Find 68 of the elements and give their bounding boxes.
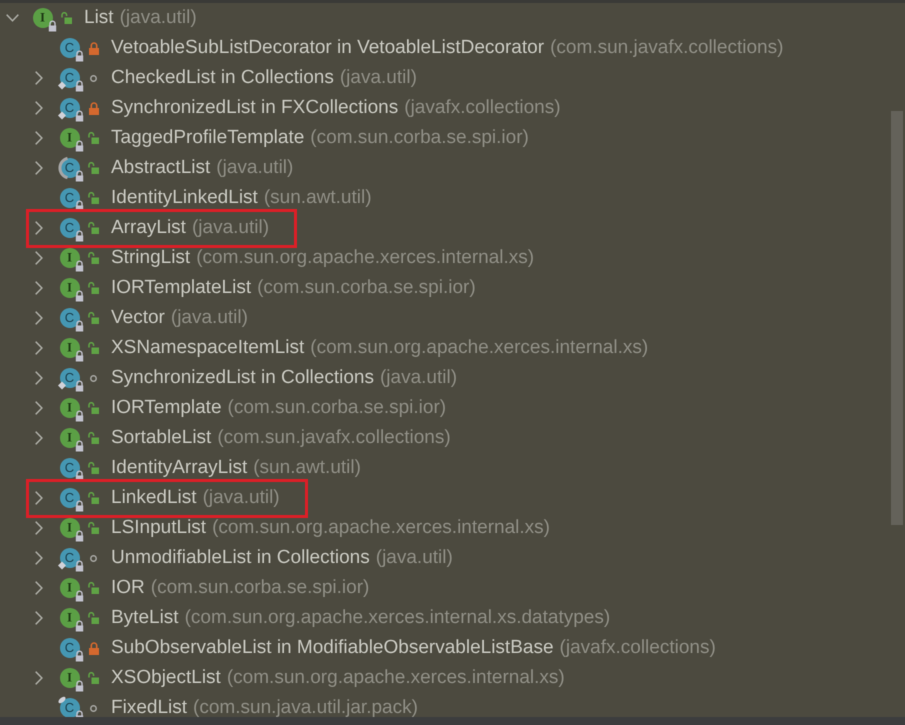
package-label: (com.sun.java.util.jar.pack)	[193, 697, 418, 717]
chevron-right-icon[interactable]	[35, 611, 43, 625]
chevron-right-icon[interactable]	[35, 521, 43, 535]
chevron-right-icon[interactable]	[35, 311, 43, 325]
package-label: (java.util)	[380, 367, 458, 389]
package-label: (com.sun.org.apache.xerces.internal.xs.datatypes)	[184, 607, 610, 629]
package-label: (sun.awt.util)	[264, 187, 372, 209]
package-label: (com.sun.javafx.collections)	[217, 427, 451, 449]
package-label: (java.util)	[376, 547, 453, 569]
tree-item-label[interactable]: SynchronizedList in FXCollections	[111, 97, 398, 119]
tree-item-label[interactable]: SubObservableList in ModifiableObservableListBase	[111, 637, 554, 659]
tree-item-label[interactable]: ArrayList	[111, 217, 186, 239]
tree-item-label[interactable]: IORTemplate	[111, 397, 222, 419]
package-label: (java.util)	[120, 7, 197, 29]
tree-item-label[interactable]: SortableList	[111, 427, 212, 449]
chevron-right-icon[interactable]	[35, 251, 43, 265]
scrollbar-thumb[interactable]	[891, 111, 903, 525]
chevron-right-icon[interactable]	[35, 671, 43, 685]
tree-item-label[interactable]: Vector	[111, 307, 165, 329]
package-label: (sun.awt.util)	[253, 457, 361, 479]
package-label: (com.sun.corba.se.spi.ior)	[257, 277, 476, 299]
tree-item-label[interactable]: XSObjectList	[111, 667, 221, 689]
package-label: (com.sun.org.apache.xerces.internal.xs)	[310, 337, 648, 359]
chevron-right-icon[interactable]	[35, 281, 43, 295]
tree-item-label[interactable]: FixedList	[111, 697, 188, 717]
tree-item-label[interactable]: UnmodifiableList in Collections	[111, 547, 370, 569]
tree-item-label[interactable]: AbstractList	[111, 157, 210, 179]
chevron-right-icon[interactable]	[35, 551, 43, 565]
package-label: (java.util)	[170, 307, 248, 329]
tree-item-label[interactable]: XSNamespaceItemList	[111, 337, 304, 359]
tree-item-label[interactable]: StringList	[111, 247, 190, 269]
chevron-right-icon[interactable]	[35, 431, 43, 445]
tree-item-label[interactable]: LinkedList	[111, 487, 197, 509]
chevron-right-icon[interactable]	[35, 131, 43, 145]
tree-item-label[interactable]: TaggedProfileTemplate	[111, 127, 304, 149]
tree-item-label[interactable]: IdentityLinkedList	[111, 187, 258, 209]
package-label: (com.sun.corba.se.spi.ior)	[228, 397, 446, 419]
package-label: (com.sun.corba.se.spi.ior)	[310, 127, 529, 149]
tree-item-label[interactable]: ByteList	[111, 607, 179, 629]
package-label: (java.util)	[202, 487, 280, 509]
tree-item-label[interactable]: IORTemplateList	[111, 277, 252, 299]
tree-item-label[interactable]: IOR	[111, 577, 145, 599]
package-label: (com.sun.org.apache.xerces.internal.xs)	[226, 667, 565, 689]
chevron-right-icon[interactable]	[35, 581, 43, 595]
package-label: (java.util)	[192, 217, 270, 239]
package-label: (javafx.collections)	[560, 637, 716, 659]
chevron-right-icon[interactable]	[35, 491, 43, 505]
chevron-right-icon[interactable]	[35, 161, 43, 175]
package-label: (java.util)	[216, 157, 294, 179]
chevron-right-icon[interactable]	[35, 71, 43, 85]
package-label: (com.sun.org.apache.xerces.internal.xs)	[212, 517, 550, 539]
tree-item-label[interactable]: IdentityArrayList	[111, 457, 248, 479]
package-label: (com.sun.javafx.collections)	[550, 37, 784, 59]
package-label: (java.util)	[340, 67, 417, 89]
chevron-down-icon[interactable]	[6, 14, 18, 22]
tree-item-label[interactable]: CheckedList in Collections	[111, 67, 334, 89]
chevron-right-icon[interactable]	[35, 341, 43, 355]
tree-item-label[interactable]: LSInputList	[111, 517, 206, 539]
chevron-right-icon[interactable]	[35, 371, 43, 385]
chevron-right-icon[interactable]	[35, 101, 43, 115]
package-label: (com.sun.corba.se.spi.ior)	[150, 577, 370, 599]
chevron-right-icon[interactable]	[35, 401, 43, 415]
chevron-right-icon[interactable]	[35, 221, 43, 235]
package-label: (javafx.collections)	[404, 97, 561, 119]
tree-item-label[interactable]: SynchronizedList in Collections	[111, 367, 374, 389]
tree-item-label[interactable]: List	[84, 7, 114, 29]
tree-item-label[interactable]: VetoableSubListDecorator in VetoableListDecorator	[111, 37, 544, 59]
package-label: (com.sun.org.apache.xerces.internal.xs)	[196, 247, 534, 269]
